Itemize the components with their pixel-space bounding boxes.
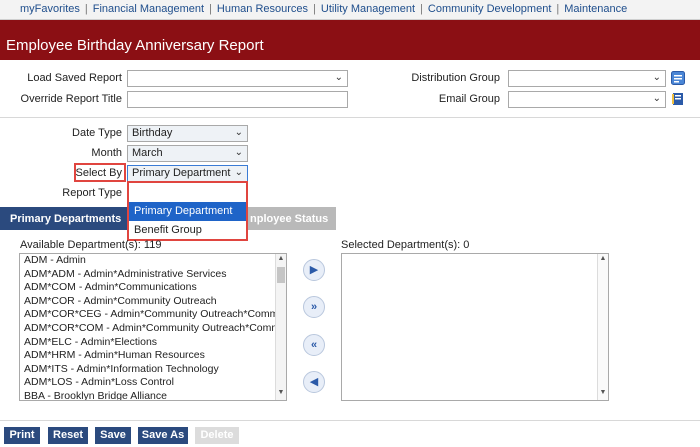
move-all-left-icon[interactable]: «: [303, 334, 325, 356]
email-group-select[interactable]: ⌄: [508, 91, 666, 108]
select-by-select[interactable]: Primary Department ⌄: [127, 165, 248, 182]
load-saved-report-select[interactable]: ⌄: [127, 70, 348, 87]
print-button[interactable]: Print: [4, 427, 40, 444]
move-all-right-icon[interactable]: »: [303, 296, 325, 318]
scroll-thumb[interactable]: [277, 267, 285, 283]
selected-departments-list[interactable]: ▲ ▼: [341, 253, 609, 401]
month-label: Month: [91, 147, 122, 159]
scroll-down-icon[interactable]: ▼: [598, 389, 608, 399]
report-type-label: Report Type: [62, 187, 122, 199]
distribution-group-select[interactable]: ⌄: [508, 70, 666, 87]
dropdown-option-primary-department[interactable]: Primary Department: [129, 202, 246, 221]
divider: [0, 117, 700, 118]
list-item[interactable]: ADM*ITS - Admin*Information Technology: [20, 363, 286, 377]
nav-link-financial-management[interactable]: Financial Management: [93, 3, 204, 15]
override-title-label: Override Report Title: [20, 93, 122, 105]
nav-link-community-development[interactable]: Community Development: [428, 3, 552, 15]
top-nav: myFavorites | Financial Management | Human R…: [0, 0, 700, 20]
chevron-down-icon: ⌄: [652, 72, 661, 83]
nav-link-utility-management[interactable]: Utility Management: [321, 3, 415, 15]
month-value: March: [132, 147, 163, 159]
month-select[interactable]: March ⌄: [127, 145, 248, 162]
select-by-value: Primary Department: [132, 167, 231, 179]
select-by-label: Select By: [75, 167, 122, 179]
list-item[interactable]: ADM*LOS - Admin*Loss Control: [20, 376, 286, 390]
dropdown-blank-row: [129, 183, 246, 202]
chevron-down-icon: ⌄: [234, 167, 243, 178]
tab-bar: Primary Departments nployee Status: [0, 207, 700, 230]
reset-button[interactable]: Reset: [48, 427, 88, 444]
top-nav-links: myFavorites | Financial Management | Human R…: [20, 3, 628, 15]
load-saved-report-label: Load Saved Report: [27, 72, 122, 84]
delete-button: Delete: [195, 427, 239, 444]
available-departments-list[interactable]: ADM - Admin ADM*ADM - Admin*Administrati…: [19, 253, 287, 401]
scroll-up-icon[interactable]: ▲: [276, 255, 286, 265]
save-button[interactable]: Save: [95, 427, 131, 444]
chevron-down-icon: ⌄: [234, 147, 243, 158]
email-group-label: Email Group: [438, 93, 500, 105]
list-item[interactable]: ADM*COR*CEG - Admin*Community Outreach*C…: [20, 308, 286, 322]
selected-departments-label: Selected Department(s): 0: [341, 239, 470, 251]
list-item[interactable]: ADM*COM - Admin*Communications: [20, 281, 286, 295]
move-right-icon[interactable]: ▶: [303, 259, 325, 281]
chevron-down-icon: ⌄: [334, 72, 343, 83]
nav-link-human-resources[interactable]: Human Resources: [217, 3, 308, 15]
selected-list-scrollbar[interactable]: ▲ ▼: [597, 254, 608, 400]
date-type-label: Date Type: [72, 127, 122, 139]
list-item[interactable]: ADM*ELC - Admin*Elections: [20, 336, 286, 350]
date-type-value: Birthday: [132, 127, 173, 139]
save-as-button[interactable]: Save As: [138, 427, 188, 444]
list-item[interactable]: ADM*COR - Admin*Community Outreach: [20, 295, 286, 309]
distribution-group-label: Distribution Group: [411, 72, 500, 84]
title-bar: Employee Birthday Anniversary Report: [0, 20, 700, 60]
tab-employee-status[interactable]: nployee Status: [248, 207, 336, 230]
available-departments-label: Available Department(s): 119: [20, 239, 162, 251]
list-item[interactable]: ADM*HRM - Admin*Human Resources: [20, 349, 286, 363]
dropdown-option-benefit-group[interactable]: Benefit Group: [129, 221, 246, 240]
override-title-input[interactable]: [127, 91, 348, 108]
nav-link-maintenance[interactable]: Maintenance: [564, 3, 627, 15]
nav-link-myfavorites[interactable]: myFavorites: [20, 3, 80, 15]
scroll-up-icon[interactable]: ▲: [598, 255, 608, 265]
list-item[interactable]: ADM*COR*COM - Admin*Community Outreach*C…: [20, 322, 286, 336]
page-title: Employee Birthday Anniversary Report: [6, 37, 264, 54]
list-item[interactable]: BBA - Brooklyn Bridge Alliance: [20, 390, 286, 400]
distribution-group-list-icon[interactable]: [671, 71, 685, 85]
email-group-book-icon[interactable]: [671, 92, 685, 106]
list-item[interactable]: ADM*ADM - Admin*Administrative Services: [20, 268, 286, 282]
list-item[interactable]: ADM - Admin: [20, 254, 286, 268]
scroll-down-icon[interactable]: ▼: [276, 389, 286, 399]
move-left-icon[interactable]: ◀: [303, 371, 325, 393]
chevron-down-icon: ⌄: [234, 127, 243, 138]
available-list-scrollbar[interactable]: ▲ ▼: [275, 254, 286, 400]
chevron-down-icon: ⌄: [652, 93, 661, 104]
date-type-select[interactable]: Birthday ⌄: [127, 125, 248, 142]
select-by-dropdown: Primary Department Benefit Group: [127, 181, 248, 241]
tab-primary-departments[interactable]: Primary Departments: [0, 207, 127, 230]
